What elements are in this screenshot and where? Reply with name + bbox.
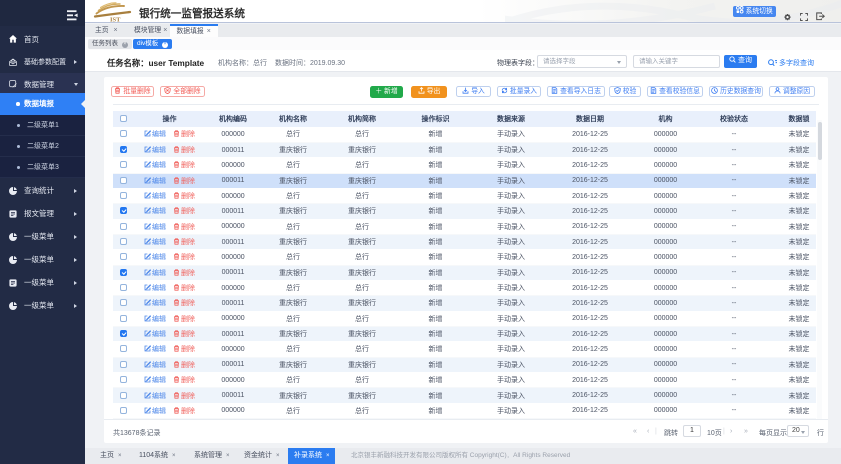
svg-text:IST: IST	[110, 17, 121, 23]
